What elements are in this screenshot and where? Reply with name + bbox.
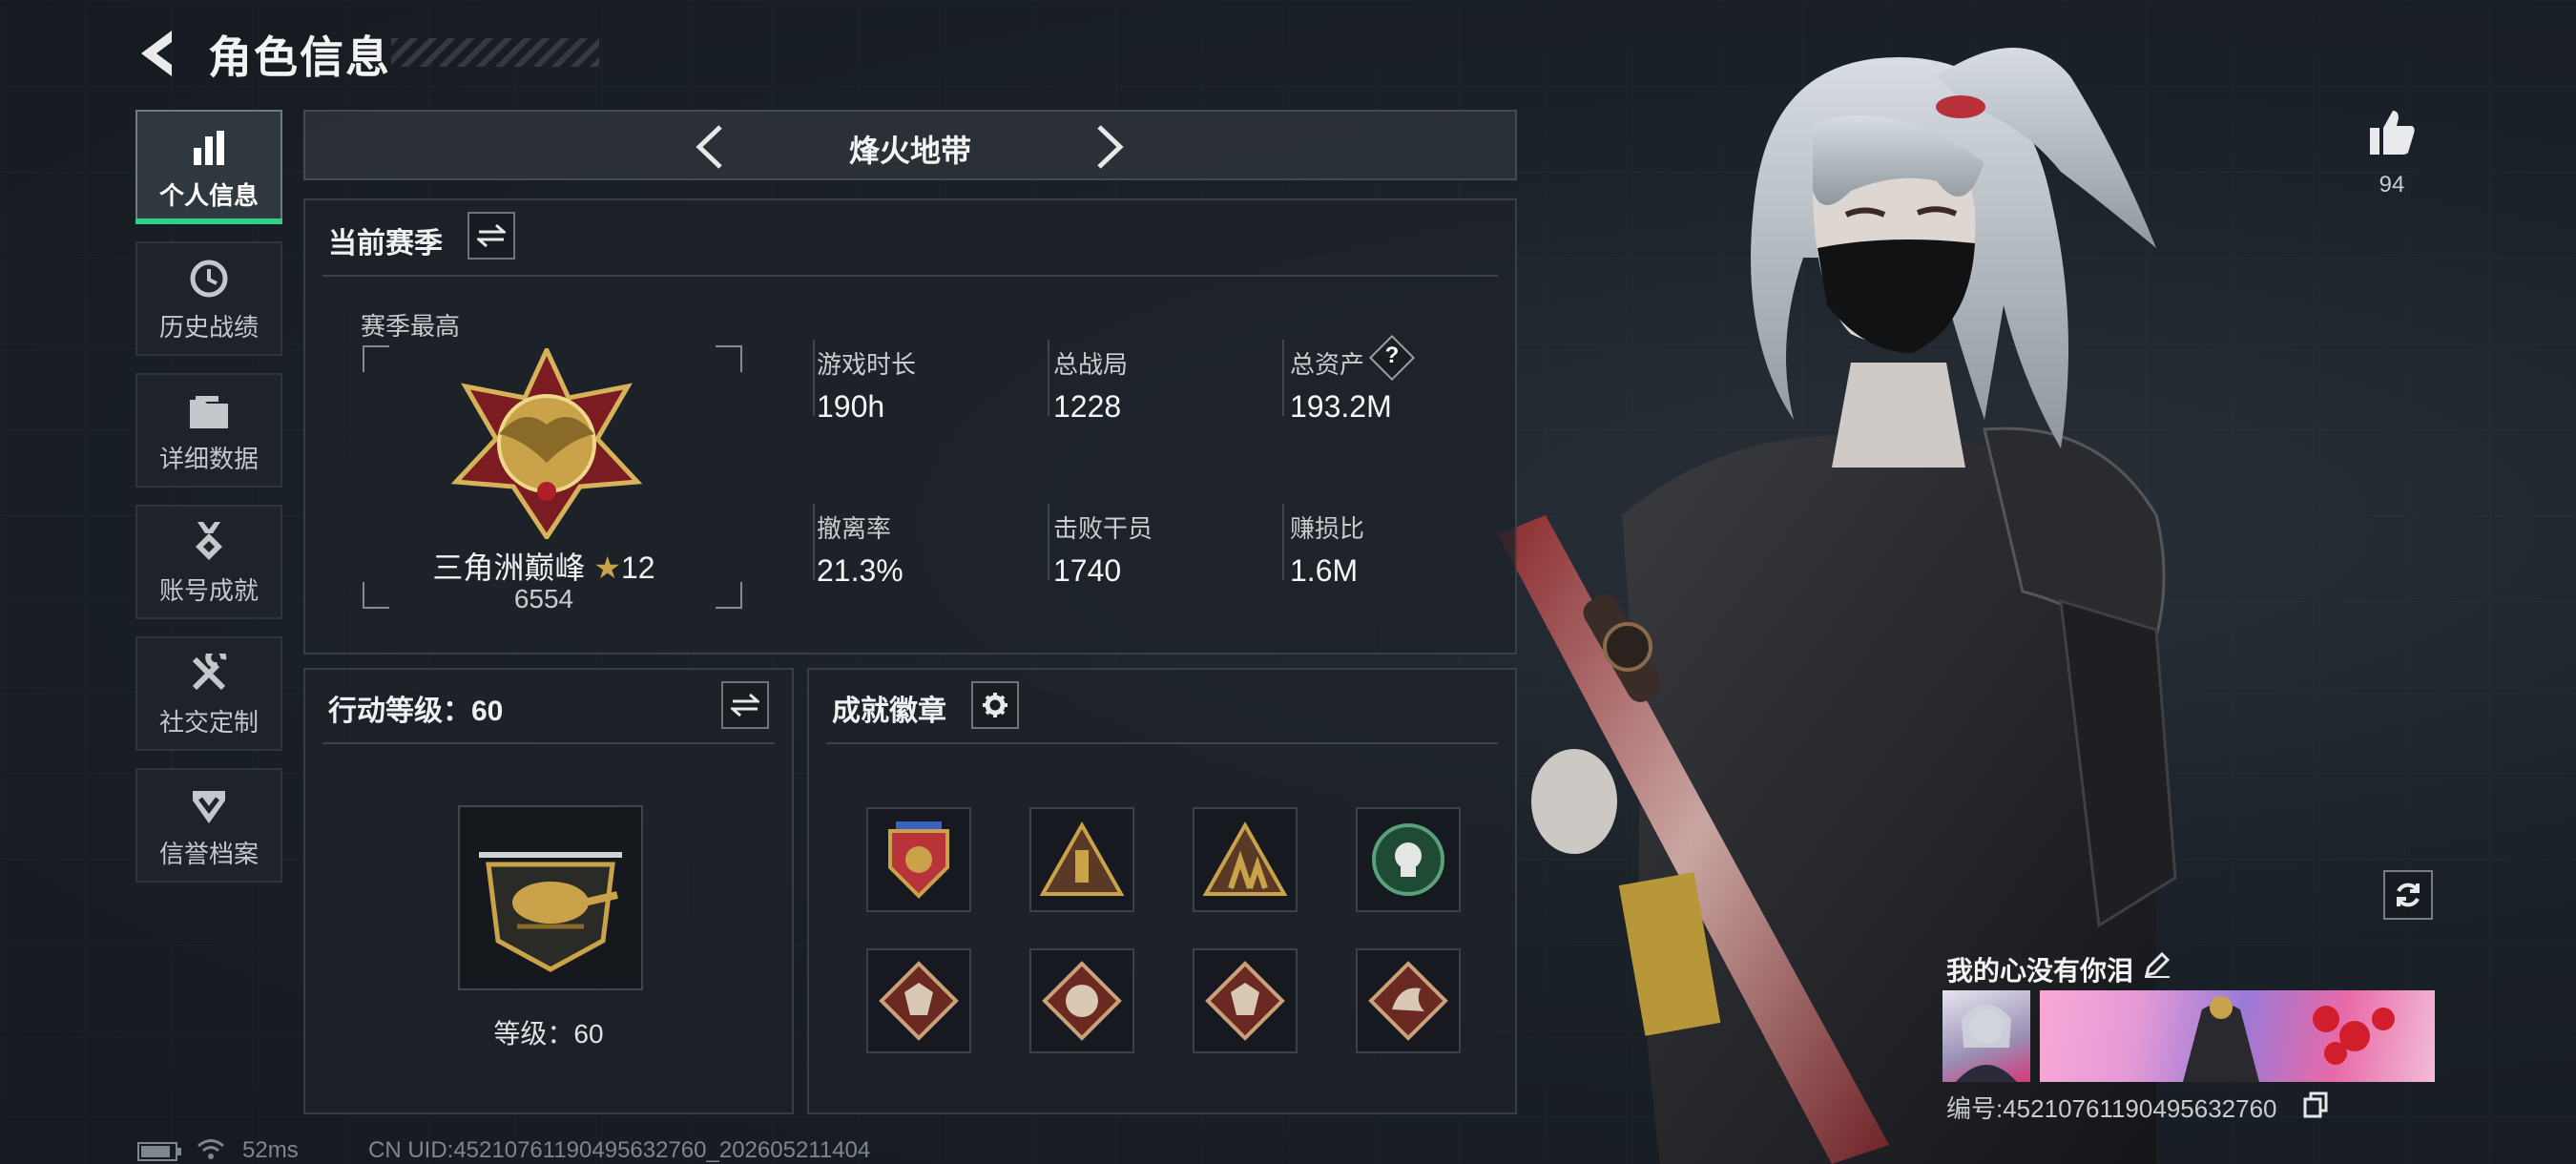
sidebar-item-detailed-data[interactable]: 详细数据 xyxy=(135,373,282,488)
divider xyxy=(813,504,815,580)
divider xyxy=(1282,340,1284,416)
stat-value-total-assets: 193.2M xyxy=(1290,389,1392,424)
rank-name: 三角洲巅峰 xyxy=(432,551,586,585)
ping-value: 52ms xyxy=(242,1137,299,1163)
stat-label-total-assets: 总资产 xyxy=(1290,350,1365,379)
achievements-settings-button[interactable] xyxy=(971,681,1019,729)
level-text: 等级：60 xyxy=(493,1019,604,1049)
sidebar-item-label: 账号成就 xyxy=(158,576,259,605)
mode-selector: 烽火地带 xyxy=(303,110,1517,180)
sidebar-item-credit[interactable]: 信誉档案 xyxy=(135,768,282,883)
player-banner[interactable] xyxy=(2040,990,2435,1082)
rotate-view-button[interactable] xyxy=(2383,870,2433,920)
divider xyxy=(1282,504,1284,580)
battery-icon xyxy=(137,1142,181,1161)
divider xyxy=(1048,504,1049,580)
eagle-shield-badge[interactable] xyxy=(866,807,971,912)
dragon-diamond-badge[interactable] xyxy=(1356,948,1461,1053)
sidebar-item-label: 历史战绩 xyxy=(158,313,259,342)
divider xyxy=(813,340,815,416)
swap-arrows-icon xyxy=(477,223,506,248)
sidebar-item-social[interactable]: 社交定制 xyxy=(135,636,282,751)
rank-line: 三角洲巅峰 ★12 xyxy=(372,544,716,588)
stat-value-operators-defeated: 1740 xyxy=(1053,553,1122,588)
action-level-panel: 行动等级：60 等级：60 xyxy=(303,668,794,1114)
stat-label-operators-defeated: 击败干员 xyxy=(1053,514,1153,543)
mode-name: 烽火地带 xyxy=(848,134,971,168)
next-mode-chevron-icon[interactable] xyxy=(1093,123,1128,171)
folder-icon xyxy=(190,396,228,428)
likes-count: 94 xyxy=(2379,172,2405,197)
page-title: 角色信息 xyxy=(208,32,391,82)
sidebar-item-achievements[interactable]: 账号成就 xyxy=(135,505,282,619)
edit-pencil-icon[interactable] xyxy=(2143,950,2171,979)
helicopter-emblem-icon xyxy=(479,852,622,972)
soldiers-triangle-badge[interactable] xyxy=(1193,807,1298,912)
player-uid: 编号:4521076119049563276​0 xyxy=(1946,1094,2277,1123)
stat-label-playtime: 游戏时长 xyxy=(817,350,917,379)
stat-label-extract-rate: 撤离率 xyxy=(817,514,892,543)
star-icon: ★ xyxy=(593,551,621,585)
stat-value-playtime: 190h xyxy=(817,389,885,424)
sidebar-item-label: 信誉档案 xyxy=(158,840,259,868)
rank-emblem-icon xyxy=(450,348,643,539)
sidebar-item-label: 社交定制 xyxy=(158,708,259,737)
sidebar-item-personal-info[interactable]: 个人信息 xyxy=(135,110,282,224)
action-level-title: 行动等级：60 xyxy=(328,696,504,727)
history-clock-icon xyxy=(190,260,228,298)
cn-uid: CN UID:452107611904956327​60_20260521140… xyxy=(368,1137,871,1163)
divider xyxy=(322,742,775,744)
sidebar-item-history[interactable]: 历史战绩 xyxy=(135,241,282,356)
achievements-title: 成就徽章 xyxy=(832,696,946,727)
back-arrow-icon[interactable] xyxy=(134,27,181,80)
frame-corner xyxy=(716,582,742,609)
player-signature: 我的心没有你泪 xyxy=(1946,956,2134,986)
wifi-icon xyxy=(197,1139,224,1159)
bar-chart-icon xyxy=(194,131,224,165)
wolf-diamond-badge[interactable] xyxy=(866,948,971,1053)
refresh-icon xyxy=(2397,883,2420,907)
stat-label-total-matches: 总战局 xyxy=(1053,350,1129,379)
frame-corner xyxy=(716,345,742,372)
rank-score: 6554 xyxy=(513,584,574,613)
stat-value-profit-ratio: 1.6M xyxy=(1290,553,1359,588)
stat-value-extract-rate: 21.3% xyxy=(817,553,904,588)
help-icon[interactable]: ? xyxy=(1376,343,1408,369)
copy-icon[interactable] xyxy=(2303,1091,2328,1118)
wolf-diamond-badge-2[interactable] xyxy=(1193,948,1298,1053)
tiger-diamond-badge[interactable] xyxy=(1029,948,1134,1053)
divider xyxy=(1048,340,1049,416)
rank-stars: 12 xyxy=(621,551,655,585)
title-decoration xyxy=(391,38,599,67)
divider xyxy=(826,742,1498,744)
season-panel: 当前赛季 赛季最高 三角洲巅峰 ★12 6554 游戏时长 190h 总战局 1… xyxy=(303,198,1517,655)
stat-label-profit-ratio: 赚损比 xyxy=(1290,514,1365,543)
stat-value-total-matches: 1228 xyxy=(1053,389,1122,424)
sidebar-item-label: 详细数据 xyxy=(158,445,259,473)
player-avatar[interactable] xyxy=(1942,990,2030,1082)
achievement-medal-icon xyxy=(196,522,222,560)
season-title: 当前赛季 xyxy=(328,228,443,260)
action-level-switch-button[interactable] xyxy=(721,681,769,729)
thumbs-up-icon[interactable] xyxy=(2366,107,2418,158)
shield-check-icon xyxy=(193,791,225,823)
level-emblem-frame xyxy=(458,805,643,990)
wrench-screwdriver-icon xyxy=(192,654,227,691)
sidebar-item-label: 个人信息 xyxy=(158,181,259,210)
ammo-triangle-badge[interactable] xyxy=(1029,807,1134,912)
achievements-panel: 成就徽章 xyxy=(807,668,1517,1114)
season-best-label: 赛季最高 xyxy=(361,312,461,341)
season-switch-button[interactable] xyxy=(467,212,515,260)
divider xyxy=(322,275,1498,277)
skull-circle-badge[interactable] xyxy=(1356,807,1461,912)
gear-icon xyxy=(983,693,1008,717)
swap-arrows-icon xyxy=(731,693,759,717)
frame-corner xyxy=(363,345,389,372)
